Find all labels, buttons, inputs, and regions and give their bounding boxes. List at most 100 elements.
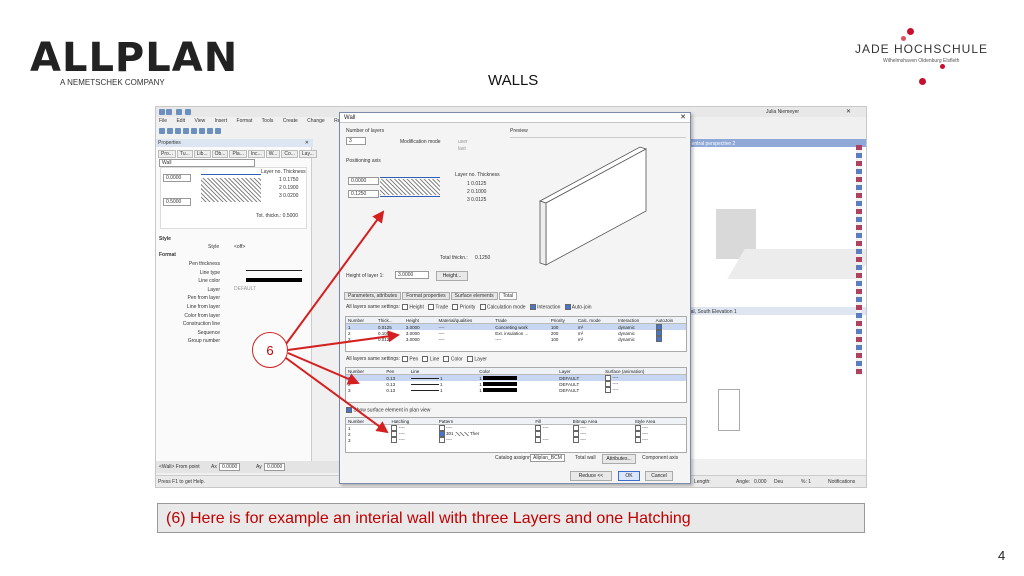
layer-value[interactable]: DEFAULT — [234, 286, 256, 292]
new-icon[interactable] — [159, 128, 165, 134]
menu-edit[interactable]: Edit — [176, 118, 185, 124]
total-thickness: Tot. thickn.: 0.5000 — [256, 213, 298, 219]
open-icon[interactable] — [167, 128, 173, 134]
logo-dot — [901, 36, 906, 41]
format-section[interactable]: Format — [159, 252, 176, 258]
preview-label: Preview — [510, 128, 528, 134]
axis-offset-input[interactable]: 0.0000 — [348, 177, 379, 185]
autojoin-checkbox[interactable] — [655, 336, 662, 342]
interaction-checkbox[interactable] — [529, 304, 536, 310]
number-of-layers-select[interactable]: 3 — [346, 137, 366, 145]
line-checkbox[interactable] — [422, 356, 429, 362]
show-surface-label: Show surface element in plan view — [353, 407, 431, 414]
tab-objects[interactable]: Ob... — [211, 150, 229, 158]
style-value[interactable]: <off> — [234, 244, 245, 250]
close-icon[interactable]: ✕ — [680, 113, 686, 123]
undo-icon[interactable] — [175, 109, 182, 115]
table-row[interactable]: 3 ---- ---- ---- ---- ---- — [346, 437, 686, 443]
axis-offset-input[interactable]: 0.5000 — [163, 198, 191, 206]
mode-option[interactable]: last — [458, 146, 466, 152]
option-label: Height — [409, 304, 424, 311]
menu-create[interactable]: Create — [283, 118, 298, 124]
status-unit: Deu — [774, 479, 784, 485]
axis-offset-input[interactable]: 0.1250 — [348, 190, 379, 198]
tab-library[interactable]: Lib... — [193, 150, 211, 158]
preview-divider — [510, 137, 686, 138]
menu-view[interactable]: View — [194, 118, 205, 124]
tab-parameters-attributes[interactable]: Parameters, attributes — [344, 292, 402, 300]
color-checkbox[interactable] — [443, 356, 450, 362]
ok-button[interactable]: OK — [618, 471, 640, 481]
viewport-3d[interactable]: Central perspective 2 nal, South Elevati… — [686, 139, 866, 459]
grid-icon[interactable] — [207, 128, 213, 134]
line-preview — [410, 377, 439, 379]
reduce-button[interactable]: Reduce << — [570, 471, 612, 481]
menu-insert[interactable]: Insert — [215, 118, 228, 124]
height-input[interactable]: 3.0000 — [395, 271, 429, 279]
trade-checkbox[interactable] — [428, 304, 435, 310]
tab-surface-elements[interactable]: Surface elements — [450, 292, 498, 300]
tab-connect[interactable]: Co... — [281, 150, 298, 158]
print-icon[interactable] — [175, 128, 181, 134]
app-icon — [159, 109, 165, 115]
tab-plans[interactable]: Pla... — [229, 150, 247, 158]
attributes-button[interactable]: Attributes... — [602, 454, 636, 464]
zoom-icon[interactable] — [215, 128, 221, 134]
user-name[interactable]: Julia Niemeyer — [766, 109, 799, 115]
table-row[interactable]: 3 0.0125 3.0000 ---- ---- 100 m² dynamic — [346, 336, 686, 342]
viewport-title-2: nal, South Elevation 1 — [688, 309, 737, 315]
priority-checkbox[interactable] — [452, 304, 459, 310]
format-table: Number Pen Line Color Layer Surface (ani… — [345, 367, 687, 403]
redo-icon[interactable] — [185, 109, 192, 115]
tab-inc[interactable]: Inc... — [247, 150, 265, 158]
ay-input[interactable]: 0.0000 — [264, 463, 286, 471]
tab-format-properties[interactable]: Format properties — [402, 292, 450, 300]
option-label: Trade — [435, 304, 449, 311]
paste-icon[interactable] — [191, 128, 197, 134]
status-length: Length: — [694, 479, 711, 485]
menu-file[interactable]: File — [159, 118, 167, 124]
save-icon[interactable] — [166, 109, 173, 115]
jade-logo-subtext: Wilhelmshaven Oldenburg Elsfleth — [883, 58, 960, 64]
height-checkbox[interactable] — [402, 304, 408, 310]
tab-w[interactable]: W... — [265, 150, 281, 158]
format-rows: Pen thickness Line type Line color Layer… — [176, 260, 220, 346]
ax-input[interactable]: 0.0000 — [219, 463, 241, 471]
height-button[interactable]: Height... — [436, 271, 468, 281]
window-close-icon[interactable]: ✕ — [846, 108, 851, 115]
menu-format[interactable]: Format — [237, 118, 253, 124]
mode-option[interactable]: user — [458, 139, 468, 145]
layer-icon[interactable] — [199, 128, 205, 134]
tab-layers[interactable]: Lay... — [298, 150, 317, 158]
table-row[interactable]: 3 0.13 11 DEFAULT ---- — [346, 387, 686, 393]
line-color-preview[interactable] — [246, 278, 302, 282]
auto-join-checkbox[interactable] — [564, 304, 571, 310]
show-surface-checkbox[interactable] — [346, 407, 352, 413]
catalog-select[interactable]: Allplan_BCM — [530, 454, 565, 462]
option-label: Interaction — [537, 304, 561, 311]
option-label: Color — [450, 356, 463, 363]
axis-offset-input[interactable]: 0.0000 — [163, 174, 191, 182]
tab-tu[interactable]: Tu... — [176, 150, 193, 158]
menu-change[interactable]: Change — [307, 118, 325, 124]
properties-tabs: Pro... Tu... Lib... Ob... Pla... Inc... W... Co… — [158, 150, 318, 158]
format-row-label: Pen from layer — [187, 295, 220, 302]
notifications-button[interactable]: Notifications — [828, 479, 855, 485]
cancel-button[interactable]: Cancel — [645, 471, 673, 481]
tab-properties[interactable]: Pro... — [158, 150, 176, 158]
element-filter-select[interactable]: Wall — [159, 159, 255, 167]
layer-row: 2 0.1900 — [279, 185, 299, 191]
tab-total[interactable]: Total — [498, 292, 518, 300]
copy-icon[interactable] — [183, 128, 189, 134]
close-icon[interactable]: ✕ — [305, 139, 309, 147]
pen-checkbox[interactable] — [402, 356, 408, 362]
calc-mode-checkbox[interactable] — [479, 304, 486, 310]
layer-checkbox[interactable] — [467, 356, 473, 362]
style-section[interactable]: Style — [159, 236, 171, 242]
jade-logo-text: JADE HOCHSCHULE — [855, 42, 989, 56]
layer-row: 3 0.0125 — [467, 197, 487, 203]
menu-bar: File Edit View Insert Format Tools Creat… — [156, 118, 350, 127]
tool-icons-strip[interactable] — [856, 145, 862, 375]
menu-tools[interactable]: Tools — [262, 118, 274, 124]
line-type-preview[interactable] — [246, 270, 302, 271]
